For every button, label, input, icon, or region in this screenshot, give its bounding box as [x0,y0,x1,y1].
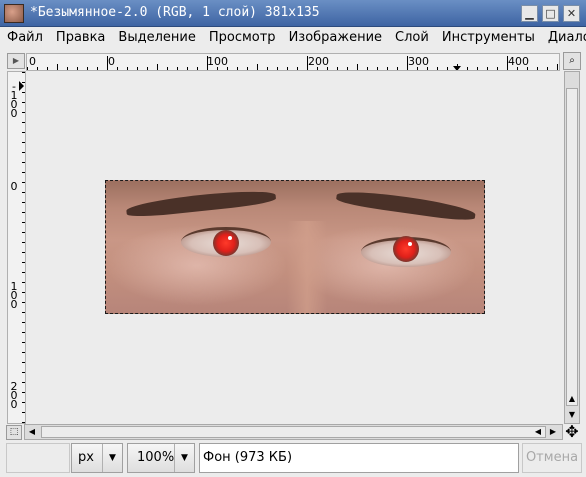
right-eyebrow [335,187,477,223]
title-bar: *Безымянное-2.0 (RGB, 1 слой) 381x135 ▁ … [0,0,586,27]
gimp-app-icon[interactable] [4,4,24,23]
hruler-label: 300 [408,55,429,68]
menu-edit[interactable]: Правка [49,27,111,47]
zoom-select[interactable]: 100% ▼ [127,443,195,473]
unit-select[interactable]: px ▼ [71,443,123,473]
magnifier-icon: ⌕ [569,55,575,66]
vertical-scroll-thumb[interactable] [566,88,578,406]
menu-image[interactable]: Изображение [282,27,388,47]
cancel-button[interactable]: Отмена [522,443,582,473]
canvas-area[interactable] [26,71,563,424]
menu-layer[interactable]: Слой [388,27,435,47]
vruler-label: 0 [10,180,18,193]
left-red-pupil [213,230,239,256]
vertical-scrollbar[interactable]: ▲ ▼ [564,71,580,424]
scroll-left-arrow-icon[interactable]: ◀ [25,425,39,439]
layer-status-text: Фон (973 КБ) [199,443,519,473]
close-button[interactable]: ✕ [563,5,580,22]
hruler-label: 400 [508,55,529,68]
menu-bar: Файл Правка Выделение Просмотр Изображение Сл… [0,27,586,49]
vruler-label: 100 [10,280,18,311]
chevron-down-icon: ▼ [174,444,194,472]
scroll-up-arrow-icon[interactable]: ▲ [565,392,579,406]
window-title: *Безымянное-2.0 (RGB, 1 слой) 381x135 [30,5,320,20]
zoom-value: 100% [137,450,175,465]
nose-bridge [287,221,328,313]
image-layer[interactable] [105,180,485,314]
menu-file[interactable]: Файл [0,27,49,47]
menu-tools[interactable]: Инструменты [435,27,541,47]
left-eye-glint [228,236,232,240]
pointer-coordinates [6,443,70,473]
scroll-down-arrow-icon[interactable]: ▼ [565,408,579,422]
maximize-button[interactable]: □ [542,5,559,22]
right-red-pupil [393,236,419,262]
zoom-navigate-button[interactable]: ⌕ [563,52,581,70]
horizontal-ruler[interactable]: 0 0 100 200 300 400 [26,53,560,71]
vertical-ruler[interactable]: -100 0 100 200 [7,71,26,424]
hruler-label: 0 [29,55,36,68]
minimize-button[interactable]: ▁ [521,5,538,22]
vertical-ruler-ticks [19,72,25,423]
navigate-move-icon[interactable]: ✥ [563,423,581,441]
scroll-right-arrow-icon[interactable]: ▶ [546,425,560,439]
left-eyebrow [125,187,277,219]
quick-mask-toggle[interactable]: ⬚ [6,425,22,440]
image-menu-button[interactable]: ▶ [7,53,25,69]
unit-value: px [78,450,94,465]
status-bar: px ▼ 100% ▼ Фон (973 КБ) Отмена [0,441,586,477]
scroll-left-arrow-icon[interactable]: ◀ [531,425,545,439]
right-eye-glint [408,242,412,246]
vruler-label: -100 [10,80,18,120]
hruler-label: 0 [108,55,115,68]
horizontal-ruler-ticks [27,56,558,70]
menu-view[interactable]: Просмотр [202,27,282,47]
right-eye [361,236,451,267]
hruler-label: 200 [308,55,329,68]
menu-select[interactable]: Выделение [111,27,201,47]
vruler-label: 200 [10,380,18,411]
horizontal-scroll-thumb[interactable] [41,426,546,438]
triangle-right-icon: ▶ [12,56,20,65]
horizontal-scrollbar[interactable]: ◀ ◀ ▶ [24,424,563,440]
quick-mask-icon: ⬚ [9,427,19,437]
chevron-down-icon: ▼ [102,444,122,472]
left-eye [181,227,271,257]
menu-dialogs[interactable]: Диало [541,27,586,47]
hruler-label: 100 [207,55,228,68]
